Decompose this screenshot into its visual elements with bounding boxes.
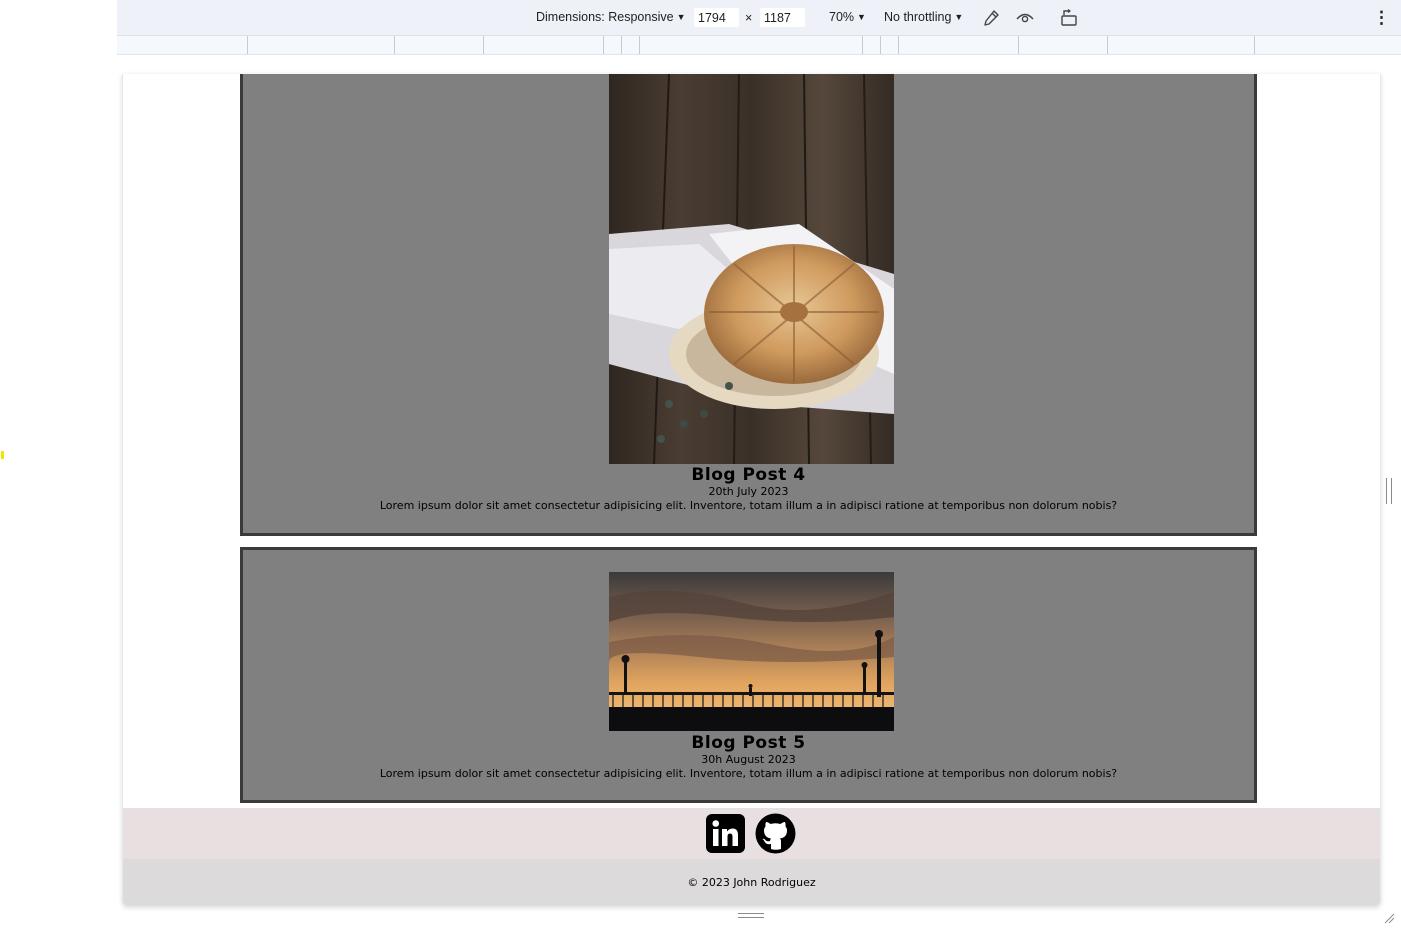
width-input[interactable] <box>694 8 739 27</box>
copyright-text: © 2023 John Rodriguez <box>687 876 816 889</box>
chevron-down-icon: ▼ <box>676 12 686 22</box>
chevron-down-icon: ▼ <box>857 12 866 22</box>
blog-post-card: Blog Post 5 30h August 2023 Lorem ipsum … <box>240 547 1257 803</box>
media-query-ruler[interactable] <box>117 36 1401 55</box>
resize-corner-icon[interactable] <box>1383 909 1395 924</box>
ruler-divider <box>394 36 395 54</box>
page-viewport: Blog Post 4 20th July 2023 Lorem ipsum d… <box>122 74 1381 907</box>
edge-marker <box>1 451 4 459</box>
post-title: Blog Post 5 <box>691 733 806 753</box>
post-title: Blog Post 4 <box>691 465 806 485</box>
ruler-divider <box>483 36 484 54</box>
more-options-icon[interactable]: ⋮ <box>1373 8 1390 28</box>
dimensions-label: Dimensions: Responsive <box>536 10 674 24</box>
resize-handle-bottom[interactable] <box>738 913 764 918</box>
social-links-bar <box>123 808 1380 859</box>
post-date: 30h August 2023 <box>701 753 796 766</box>
ruler-divider <box>621 36 622 54</box>
ruler-divider <box>1018 36 1019 54</box>
eye-icon[interactable] <box>1015 8 1035 28</box>
ruler-divider <box>1254 36 1255 54</box>
post-date: 20th July 2023 <box>708 485 789 498</box>
github-icon[interactable] <box>755 813 796 854</box>
sunset-bridge-photo <box>609 572 894 731</box>
footer: © 2023 John Rodriguez <box>123 859 1380 906</box>
rotate-icon[interactable] <box>1059 8 1079 28</box>
linkedin-icon[interactable] <box>705 813 746 854</box>
post-excerpt: Lorem ipsum dolor sit amet consectetur a… <box>379 499 1118 512</box>
height-input[interactable] <box>760 8 805 27</box>
times-symbol: × <box>745 11 753 25</box>
post-excerpt: Lorem ipsum dolor sit amet consectetur a… <box>379 767 1118 780</box>
ruler-divider <box>880 36 881 54</box>
dimensions-dropdown[interactable]: Dimensions: Responsive ▼ <box>536 10 685 24</box>
ruler-divider <box>639 36 640 54</box>
zoom-label: 70% <box>829 10 855 24</box>
ruler-divider <box>247 36 248 54</box>
eyedropper-icon[interactable] <box>981 8 1001 28</box>
zoom-dropdown[interactable]: 70% ▼ <box>829 10 866 24</box>
resize-handle-right[interactable] <box>1386 478 1392 504</box>
device-toolbar: Dimensions: Responsive▼ × 70%▼ No thrott… <box>117 0 1401 36</box>
ruler-divider <box>1107 36 1108 54</box>
throttling-label: No throttling <box>884 10 952 24</box>
ruler-divider <box>898 36 899 54</box>
ruler-divider <box>603 36 604 54</box>
blog-post-card: Blog Post 4 20th July 2023 Lorem ipsum d… <box>240 74 1257 536</box>
chevron-down-icon: ▼ <box>954 12 964 22</box>
ruler-divider <box>862 36 863 54</box>
bread-photo <box>609 74 894 464</box>
throttling-dropdown[interactable]: No throttling ▼ <box>884 10 963 24</box>
